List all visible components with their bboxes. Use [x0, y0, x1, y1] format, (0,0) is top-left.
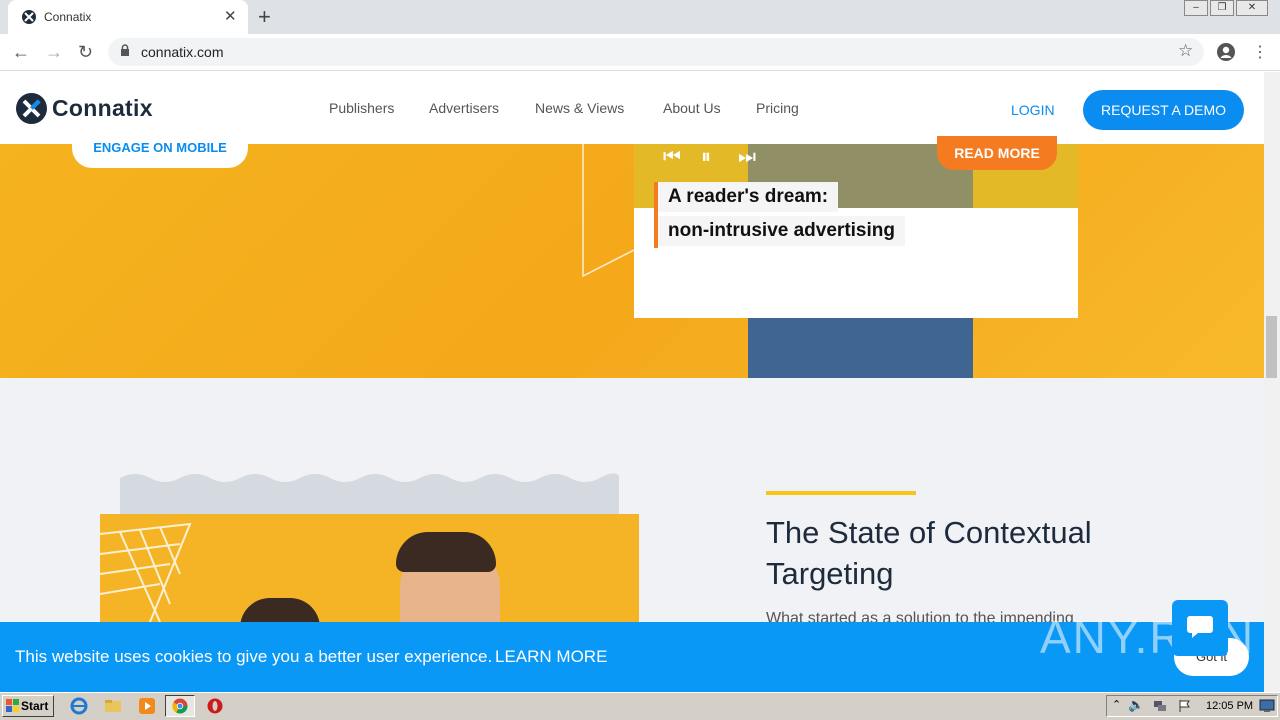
nav-about-us[interactable]: About Us — [663, 100, 721, 116]
address-bar[interactable]: connatix.com ☆ — [108, 38, 1204, 66]
start-button[interactable]: Start — [2, 695, 54, 717]
show-desktop-icon[interactable] — [1259, 699, 1275, 713]
start-label: Start — [21, 699, 49, 713]
restore-button[interactable]: ❐ — [1210, 0, 1234, 16]
back-icon[interactable]: ← — [12, 42, 30, 63]
nav-advertisers[interactable]: Advertisers — [429, 100, 499, 116]
volume-icon[interactable]: 🔈 — [1128, 697, 1144, 713]
article-photo[interactable] — [100, 514, 639, 622]
forward-icon[interactable]: → — [45, 42, 63, 63]
folder-icon[interactable] — [104, 697, 122, 715]
chat-widget-button[interactable] — [1172, 600, 1228, 656]
tab-connatix[interactable]: Connatix ✕ — [8, 0, 248, 34]
reload-icon[interactable]: ↻ — [78, 42, 93, 63]
headline-line-2: non-intrusive advertising — [658, 216, 905, 246]
net-decoration — [100, 522, 192, 622]
close-window-button[interactable]: ✕ — [1236, 0, 1268, 16]
read-more-button[interactable]: READ MORE — [937, 136, 1057, 170]
request-demo-button[interactable]: REQUEST A DEMO — [1083, 90, 1244, 130]
person-left-image — [240, 598, 320, 622]
taskbar-chrome-item[interactable] — [165, 695, 195, 717]
minimize-button[interactable]: – — [1184, 0, 1208, 16]
cookie-text: This website uses cookies to give you a … — [15, 647, 493, 666]
article-accent-rule — [766, 491, 916, 495]
connatix-logo-icon[interactable] — [16, 93, 47, 124]
wave-decoration — [120, 473, 619, 514]
logo-wordmark[interactable]: Connatix — [52, 95, 153, 122]
headline-line-1: A reader's dream: — [658, 182, 839, 212]
previous-icon[interactable]: ⏮ — [663, 146, 681, 169]
hero-person-legs-image — [748, 318, 973, 378]
url-text: connatix.com — [141, 44, 224, 60]
new-tab-button[interactable]: + — [258, 4, 271, 30]
windows-flag-icon — [6, 699, 19, 712]
tray-expand-icon[interactable]: ⌃ — [1112, 698, 1121, 711]
learn-more-link[interactable]: LEARN MORE — [495, 647, 607, 667]
connatix-favicon-icon — [22, 10, 36, 24]
article-title[interactable]: The State of Contextual Targeting — [766, 512, 1186, 594]
line-art-decoration — [582, 144, 639, 278]
scrollbar-thumb[interactable] — [1266, 316, 1277, 378]
nav-pricing[interactable]: Pricing — [756, 100, 799, 116]
pause-icon[interactable]: ⏸ — [701, 146, 711, 169]
chrome-icon — [172, 698, 188, 714]
lock-icon — [121, 44, 129, 56]
browser-menu-icon[interactable]: ⋮ — [1252, 42, 1268, 62]
page-scrollbar[interactable] — [1264, 72, 1280, 692]
network-icon[interactable] — [1153, 699, 1167, 713]
person-right-hair — [396, 532, 496, 572]
engage-on-mobile-tab[interactable]: ENGAGE ON MOBILE — [72, 128, 248, 168]
tab-title: Connatix — [44, 10, 92, 24]
ie-icon[interactable] — [70, 697, 88, 715]
tab-close-icon[interactable]: ✕ — [224, 7, 237, 25]
next-icon[interactable]: ⏭ — [738, 146, 756, 169]
action-center-flag-icon[interactable] — [1178, 699, 1192, 713]
nav-news-views[interactable]: News & Views — [535, 100, 624, 116]
media-player-icon[interactable] — [138, 697, 156, 715]
chat-bubble-icon — [1187, 616, 1213, 638]
taskbar-clock[interactable]: 12:05 PM — [1206, 700, 1253, 712]
opera-icon[interactable] — [206, 697, 224, 715]
bookmark-star-icon[interactable]: ☆ — [1178, 41, 1193, 61]
login-link[interactable]: LOGIN — [1011, 102, 1055, 118]
nav-publishers[interactable]: Publishers — [329, 100, 394, 116]
profile-icon[interactable] — [1216, 42, 1236, 62]
